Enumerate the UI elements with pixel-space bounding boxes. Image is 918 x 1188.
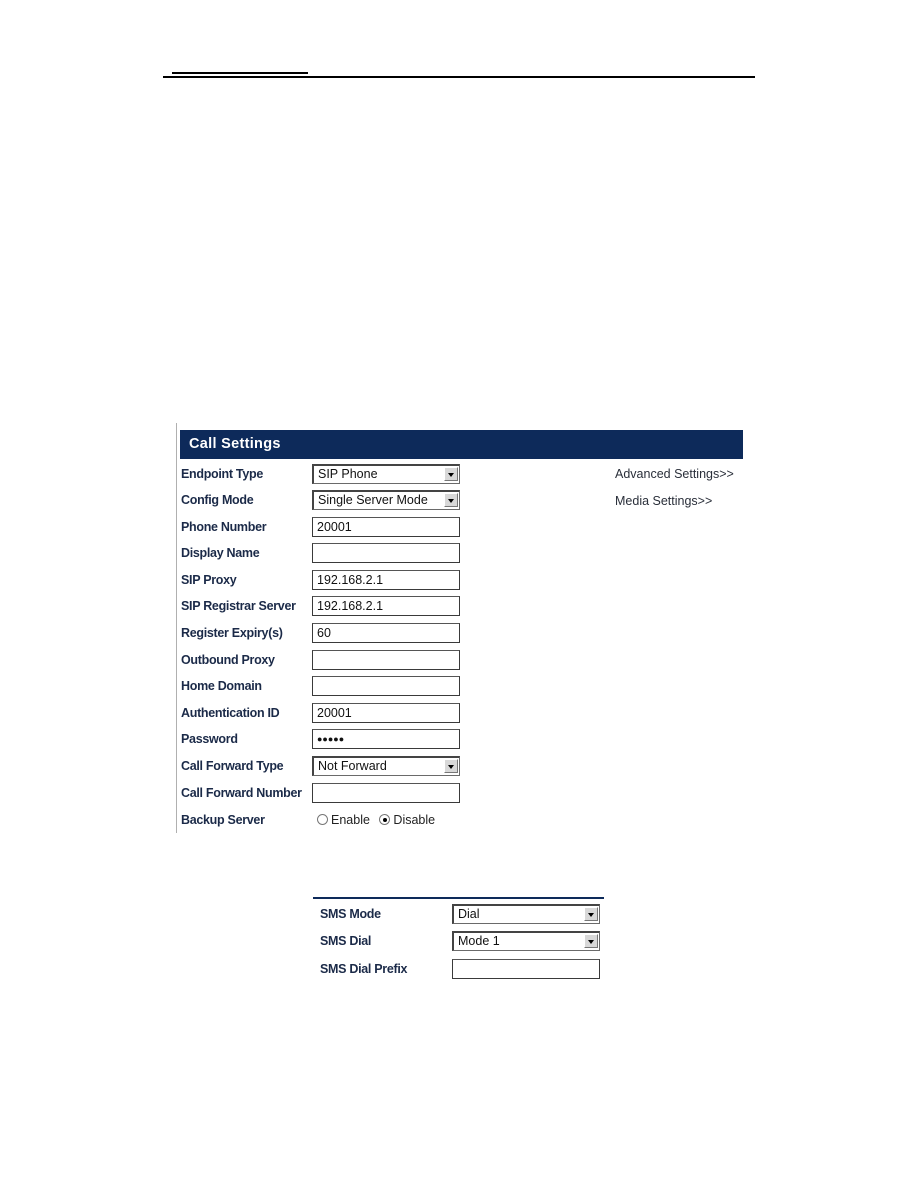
chevron-down-icon[interactable] (444, 759, 458, 773)
call-forward-type-value: Not Forward (318, 759, 387, 773)
backup-server-label: Backup Server (181, 813, 265, 827)
register-expiry-label: Register Expiry(s) (181, 626, 283, 640)
row-sms-mode: SMS Mode Dial (320, 903, 605, 925)
sip-registrar-server-input[interactable]: 192.168.2.1 (312, 596, 460, 616)
disable-label[interactable]: Disable (393, 813, 435, 827)
call-forward-number-input[interactable] (312, 783, 460, 803)
row-config-mode: Config Mode Single Server Mode (181, 489, 741, 511)
backup-server-disable-radio[interactable] (379, 814, 391, 825)
outbound-proxy-label: Outbound Proxy (181, 653, 275, 667)
header-rule (163, 76, 755, 78)
call-settings-panel: Call Settings Advanced Settings>> Media … (176, 423, 744, 833)
sip-registrar-server-label: SIP Registrar Server (181, 599, 296, 613)
sms-mode-label: SMS Mode (320, 907, 381, 921)
row-sms-dial-prefix: SMS Dial Prefix (320, 958, 605, 980)
phone-number-input[interactable]: 20001 (312, 517, 460, 537)
sms-dial-label: SMS Dial (320, 934, 372, 948)
sms-dial-prefix-label: SMS Dial Prefix (320, 962, 408, 976)
home-domain-label: Home Domain (181, 679, 262, 693)
chevron-down-icon[interactable] (444, 493, 458, 507)
sms-dial-select[interactable]: Mode 1 (452, 931, 600, 951)
row-home-domain: Home Domain (181, 675, 741, 697)
panel-title: Call Settings (180, 430, 743, 459)
row-endpoint-type: Endpoint Type SIP Phone (181, 463, 741, 485)
row-call-forward-number: Call Forward Number (181, 782, 741, 804)
password-label: Password (181, 732, 238, 746)
display-name-label: Display Name (181, 546, 260, 560)
row-call-forward-type: Call Forward Type Not Forward (181, 755, 741, 777)
chevron-down-icon[interactable] (584, 934, 598, 948)
panel-left-border (176, 423, 177, 833)
home-domain-input[interactable] (312, 676, 460, 696)
call-forward-type-label: Call Forward Type (181, 759, 284, 773)
sms-mode-select[interactable]: Dial (452, 904, 600, 924)
sms-panel-top-rule (313, 897, 604, 899)
config-mode-label: Config Mode (181, 493, 254, 507)
backup-server-radio-group: Enable Disable (317, 810, 441, 830)
sms-settings-panel: SMS Mode Dial SMS Dial Mode 1 SMS Dial P… (313, 897, 604, 987)
backup-server-enable-radio[interactable] (317, 814, 328, 825)
endpoint-type-select[interactable]: SIP Phone (312, 464, 460, 484)
row-sip-proxy: SIP Proxy 192.168.2.1 (181, 569, 741, 591)
authentication-id-label: Authentication ID (181, 706, 280, 720)
sms-mode-value: Dial (458, 907, 480, 921)
register-expiry-input[interactable]: 60 (312, 623, 460, 643)
row-password: Password ●●●●● (181, 728, 741, 750)
row-authentication-id: Authentication ID 20001 (181, 702, 741, 724)
sip-proxy-label: SIP Proxy (181, 573, 237, 587)
display-name-input[interactable] (312, 543, 460, 563)
call-forward-number-label: Call Forward Number (181, 786, 302, 800)
phone-number-label: Phone Number (181, 520, 267, 534)
row-outbound-proxy: Outbound Proxy (181, 649, 741, 671)
outbound-proxy-input[interactable] (312, 650, 460, 670)
chevron-down-icon[interactable] (444, 467, 458, 481)
config-mode-select[interactable]: Single Server Mode (312, 490, 460, 510)
row-register-expiry: Register Expiry(s) 60 (181, 622, 741, 644)
chevron-down-icon[interactable] (584, 907, 598, 921)
row-sms-dial: SMS Dial Mode 1 (320, 930, 605, 952)
sip-proxy-input[interactable]: 192.168.2.1 (312, 570, 460, 590)
row-sip-registrar-server: SIP Registrar Server 192.168.2.1 (181, 595, 741, 617)
row-backup-server: Backup Server Enable Disable (181, 809, 741, 831)
endpoint-type-label: Endpoint Type (181, 467, 263, 481)
password-input[interactable]: ●●●●● (312, 729, 460, 749)
endpoint-type-value: SIP Phone (318, 467, 378, 481)
call-forward-type-select[interactable]: Not Forward (312, 756, 460, 776)
authentication-id-input[interactable]: 20001 (312, 703, 460, 723)
enable-label[interactable]: Enable (331, 813, 370, 827)
config-mode-value: Single Server Mode (318, 493, 428, 507)
row-display-name: Display Name (181, 542, 741, 564)
sms-dial-prefix-input[interactable] (452, 959, 600, 979)
row-phone-number: Phone Number 20001 (181, 516, 741, 538)
header-rule-short (172, 72, 308, 74)
sms-dial-value: Mode 1 (458, 934, 500, 948)
